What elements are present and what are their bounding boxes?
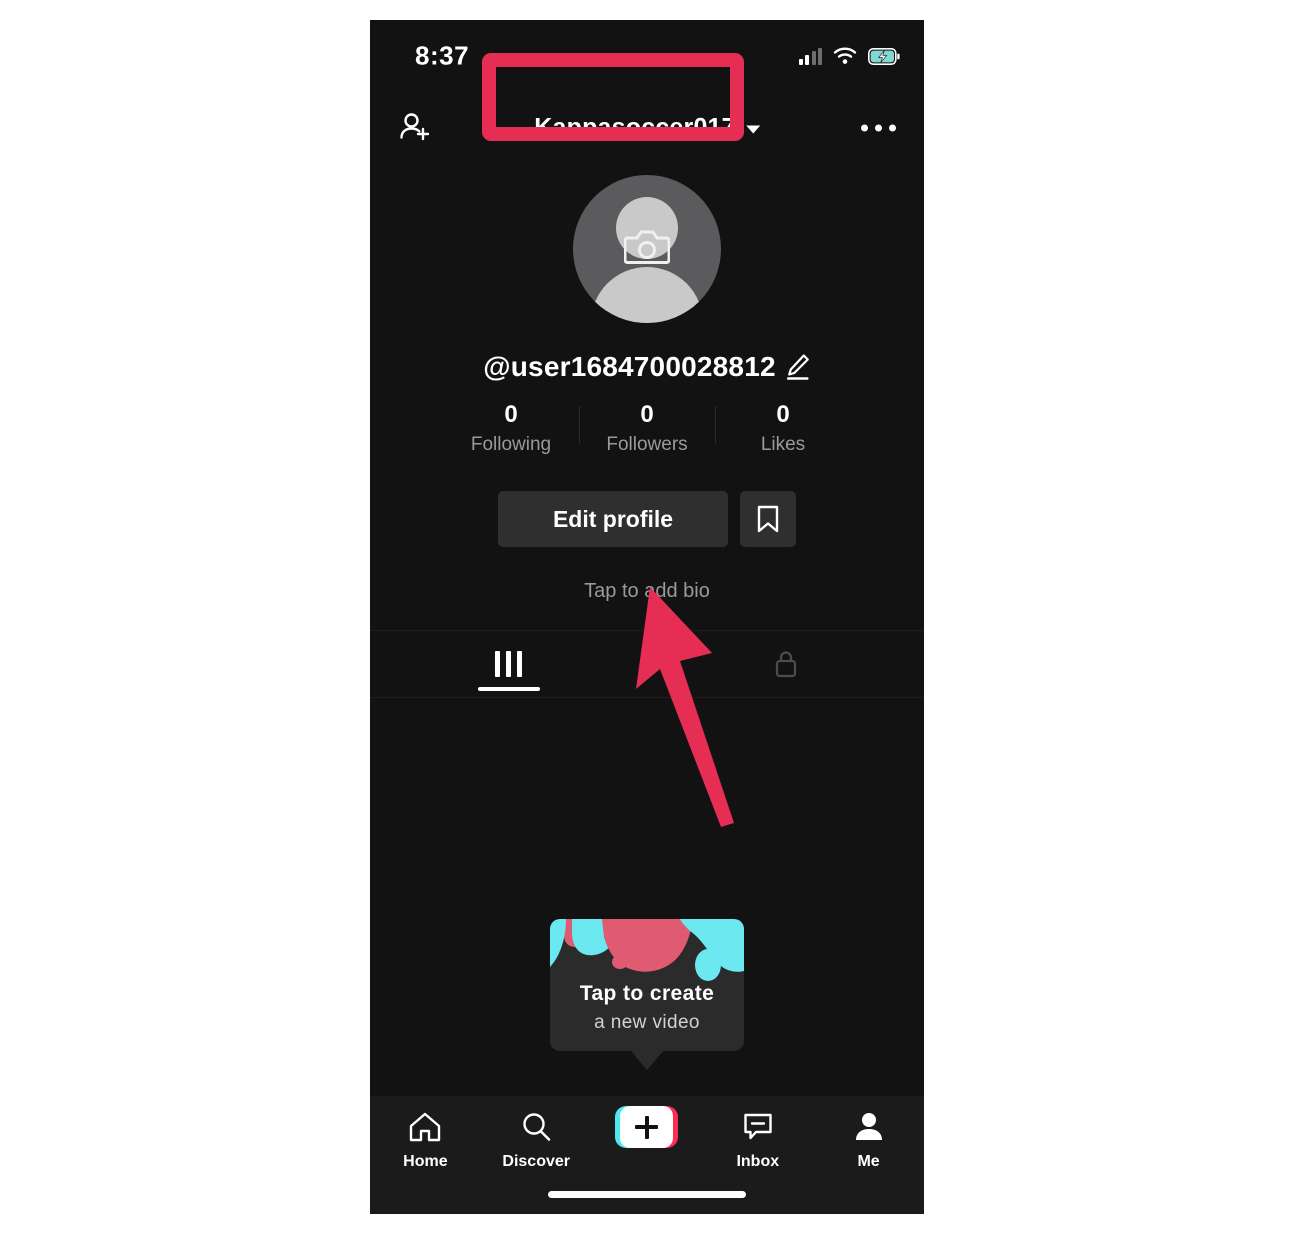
username-text: @user1684700028812: [483, 351, 776, 382]
stat-followers[interactable]: 0 Followers: [579, 400, 715, 460]
nav-item-me[interactable]: Me: [813, 1108, 924, 1171]
nav-label: Home: [403, 1153, 448, 1170]
stat-label: Likes: [760, 434, 806, 455]
tooltip-bubble: Tap to create a new video: [550, 919, 744, 1051]
chevron-down-icon: [745, 125, 760, 134]
tooltip-texts: Tap to create a new video: [550, 979, 744, 1037]
nav-item-create[interactable]: [592, 1106, 703, 1153]
tooltip-line-2: a new video: [594, 1012, 700, 1033]
nav-label: Inbox: [736, 1153, 780, 1170]
stat-label: Followers: [606, 434, 688, 455]
bio-placeholder[interactable]: Tap to add bio: [584, 580, 710, 603]
nav-item-home[interactable]: Home: [370, 1108, 481, 1171]
profile-tabs: [370, 630, 924, 698]
tab-active-underline: [477, 687, 540, 691]
lock-private-icon: [775, 651, 796, 678]
profile-action-row: Edit profile: [498, 491, 796, 547]
nav-label: Discover: [502, 1153, 570, 1170]
nav-label: Me: [857, 1153, 880, 1170]
phone-screen: 8:37 Kappasoccer017 @user1684700028812 0…: [370, 20, 924, 1214]
stat-likes[interactable]: 0 Likes: [715, 400, 851, 460]
avatar-placeholder-body: [591, 267, 703, 323]
edit-profile-highlight-annotation: [482, 53, 744, 141]
tooltip-tail: [630, 1050, 664, 1070]
status-bar-icons: [798, 47, 901, 65]
edit-profile-button[interactable]: Edit profile: [498, 491, 728, 547]
create-plus-icon[interactable]: [615, 1106, 679, 1148]
profile-stats: 0 Following 0 Followers 0 Likes: [443, 400, 851, 460]
stat-label: Following: [470, 434, 552, 455]
inbox-message-icon: [742, 1108, 774, 1146]
tab-posts[interactable]: [370, 631, 647, 697]
pointer-arrow-annotation: [636, 587, 734, 827]
home-icon: [408, 1108, 442, 1146]
nav-item-inbox[interactable]: Inbox: [702, 1108, 813, 1171]
search-icon: [520, 1108, 552, 1146]
username-row[interactable]: @user1684700028812: [483, 351, 811, 383]
more-options-icon[interactable]: [855, 113, 902, 144]
tab-private[interactable]: [647, 631, 924, 697]
stat-value: 0: [776, 401, 790, 428]
home-indicator: [548, 1191, 746, 1198]
pencil-edit-icon[interactable]: [785, 353, 811, 381]
grid-posts-icon: [495, 651, 522, 677]
bookmark-button[interactable]: [740, 491, 796, 547]
tooltip-line-1: Tap to create: [579, 982, 715, 1005]
stat-following[interactable]: 0 Following: [443, 400, 579, 460]
nav-item-discover[interactable]: Discover: [481, 1108, 592, 1171]
add-person-icon[interactable]: [394, 107, 436, 149]
bookmark-icon: [757, 505, 779, 533]
create-video-tooltip[interactable]: Tap to create a new video: [550, 919, 744, 1070]
battery-charging-icon: [868, 47, 900, 65]
stat-value: 0: [504, 401, 518, 428]
camera-icon: [624, 230, 670, 264]
signal-bars-icon: [798, 47, 822, 65]
person-icon: [854, 1108, 884, 1146]
wifi-icon: [833, 47, 857, 64]
stat-value: 0: [640, 401, 654, 428]
avatar[interactable]: [573, 175, 721, 323]
status-bar-time: 8:37: [415, 40, 470, 71]
